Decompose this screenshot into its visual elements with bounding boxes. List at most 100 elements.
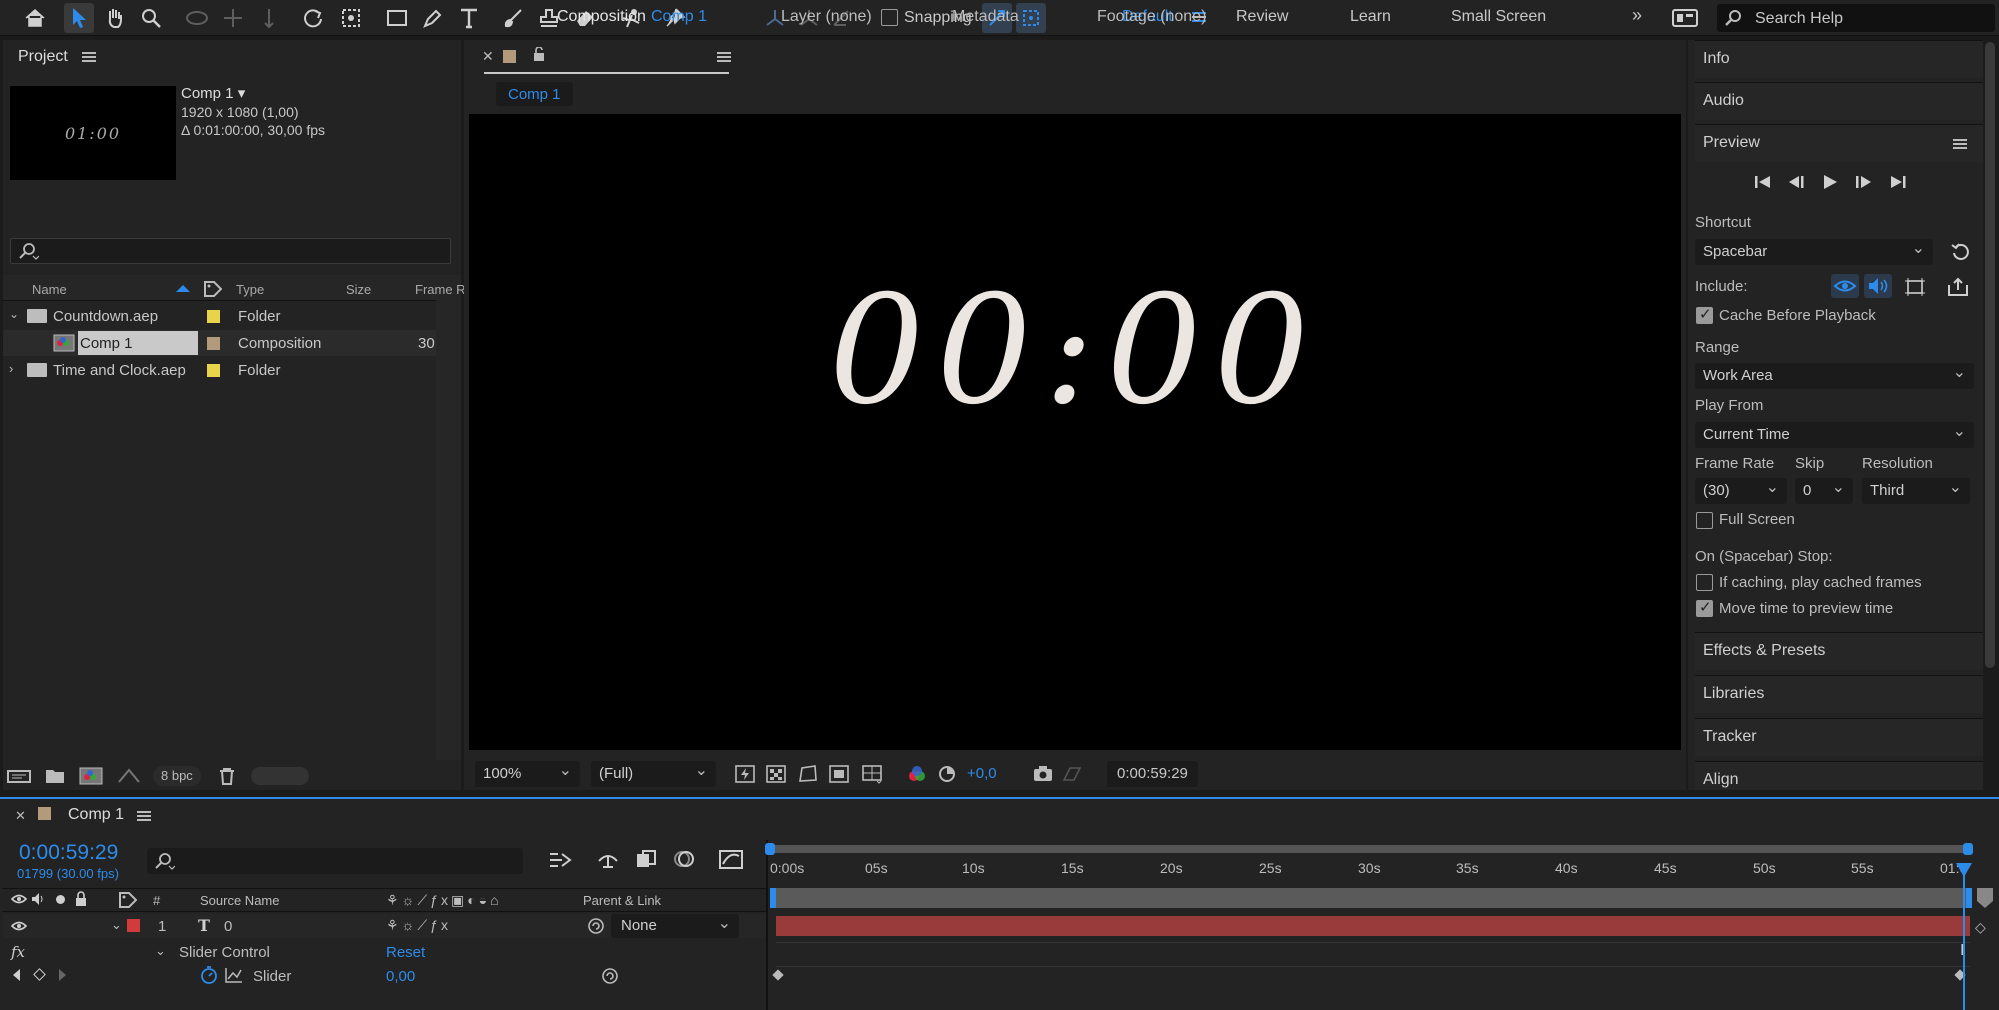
screen-mode-icon[interactable] (1670, 3, 1700, 33)
shy-layers-icon[interactable] (596, 849, 620, 869)
composition-flowchart-icon[interactable] (548, 850, 572, 870)
comp-label-swatch[interactable] (38, 807, 51, 820)
fast-previews-icon[interactable] (735, 765, 755, 783)
col-size[interactable]: Size (346, 282, 371, 297)
last-frame-icon[interactable] (1889, 174, 1907, 190)
pick-whip-icon[interactable] (587, 917, 605, 935)
effect-reset-link[interactable]: Reset (386, 944, 425, 961)
parent-dropdown[interactable]: None (611, 913, 739, 938)
right-panel-scrollbar[interactable] (1985, 42, 1995, 668)
col-type[interactable]: Type (236, 282, 264, 297)
thumbnail-size-slider[interactable] (251, 767, 309, 785)
info-panel-header[interactable]: Info (1695, 40, 1983, 78)
comp-label-swatch[interactable] (503, 50, 516, 63)
next-frame-icon[interactable] (1855, 174, 1873, 190)
composition-tab-comp[interactable]: Comp 1 (651, 8, 707, 26)
workspace-review[interactable]: Review (1236, 8, 1288, 26)
frame-blending-icon[interactable] (635, 849, 657, 869)
next-keyframe-icon[interactable] (59, 969, 66, 981)
chevron-down-icon[interactable]: ⌄ (9, 307, 19, 321)
chevron-down-icon[interactable]: ⌄ (155, 943, 166, 959)
composition-canvas[interactable]: 00:00 (469, 114, 1681, 750)
project-item-name[interactable]: Comp 1 (78, 331, 198, 355)
new-composition-icon[interactable] (79, 767, 103, 785)
previous-frame-icon[interactable] (1787, 174, 1805, 190)
lock-icon[interactable] (533, 47, 545, 61)
project-panel-title[interactable]: Project (18, 48, 68, 66)
col-frame-rate[interactable]: Frame R (415, 282, 466, 297)
show-snapshot-icon[interactable] (1062, 765, 1082, 782)
layer-duration-bar[interactable] (776, 916, 1970, 936)
col-name[interactable]: Name (32, 282, 67, 297)
region-of-interest-icon[interactable] (829, 765, 849, 783)
project-scrollbar[interactable] (436, 300, 461, 760)
sort-ascending-icon[interactable] (176, 285, 190, 292)
new-folder-icon[interactable] (45, 768, 65, 784)
cache-before-playback-checkbox[interactable] (1696, 305, 1713, 324)
align-panel-header[interactable]: Align (1695, 761, 1983, 790)
range-dropdown[interactable]: Work Area (1695, 362, 1974, 389)
preview-panel-header[interactable]: Preview (1695, 124, 1983, 162)
composition-panel-menu-icon[interactable] (717, 52, 731, 62)
work-area-end[interactable] (1966, 888, 1972, 908)
include-audio-icon[interactable] (1864, 274, 1892, 298)
layer-name[interactable]: 0 (224, 918, 232, 935)
project-panel-menu-icon[interactable] (82, 52, 96, 62)
col-source-name[interactable]: Source Name (200, 893, 279, 908)
libraries-panel-header[interactable]: Libraries (1695, 675, 1983, 713)
color-channel-icon[interactable] (907, 765, 927, 783)
lock-icon[interactable] (75, 891, 87, 906)
hand-tool-icon[interactable] (100, 3, 130, 33)
project-settings-icon[interactable] (117, 768, 141, 784)
orbit-camera-icon[interactable] (182, 3, 212, 33)
graph-editor-icon[interactable] (718, 848, 744, 870)
reset-shortcut-icon[interactable] (1950, 242, 1970, 262)
transparency-grid-icon[interactable] (766, 765, 786, 783)
time-navigator-start-handle[interactable] (765, 843, 775, 855)
mask-visibility-icon[interactable] (797, 764, 819, 784)
selection-tool-icon[interactable] (64, 3, 94, 33)
project-row[interactable]: ⌄ Countdown.aep Folder (3, 303, 453, 329)
tab-layer[interactable]: Layer (none) (781, 8, 872, 26)
preview-panel-menu-icon[interactable] (1953, 139, 1967, 149)
comp-name[interactable]: Comp 1 ▾ (181, 84, 245, 102)
label-color-swatch[interactable] (207, 364, 220, 377)
interpret-footage-icon[interactable] (7, 768, 31, 784)
label-tag-icon[interactable] (119, 892, 137, 908)
play-from-dropdown[interactable]: Current Time (1695, 421, 1974, 448)
workspace-learn[interactable]: Learn (1350, 8, 1391, 26)
include-overlays-icon[interactable] (1904, 277, 1926, 297)
col-parent-link[interactable]: Parent & Link (583, 893, 661, 908)
rotation-tool-icon[interactable] (298, 3, 328, 33)
magnification-dropdown[interactable]: 100% (475, 760, 580, 787)
audio-panel-header[interactable]: Audio (1695, 82, 1983, 120)
work-area-start[interactable] (770, 888, 776, 908)
tab-footage[interactable]: Footage (none) (1097, 8, 1206, 26)
timeline-tab-label[interactable]: Comp 1 (68, 806, 124, 824)
effect-fx-icon[interactable]: fx (11, 943, 25, 961)
grid-guides-icon[interactable] (861, 764, 883, 784)
expression-pick-whip-icon[interactable] (601, 967, 619, 985)
play-cached-frames-checkbox[interactable] (1696, 574, 1713, 591)
add-keyframe-icon[interactable] (33, 968, 46, 981)
layer-end-keyframe-icon[interactable]: ◇ (1975, 919, 1986, 936)
effect-row[interactable]: fx ⌄ Slider Control Reset (3, 940, 766, 964)
layer-row[interactable]: ⌄ 1 T 0 ⚘☼⟋ƒx None (3, 913, 766, 938)
time-navigator-end-handle[interactable] (1963, 843, 1973, 855)
play-icon[interactable] (1822, 174, 1838, 190)
project-search-input[interactable] (10, 238, 451, 264)
snap-features-icon[interactable] (1016, 3, 1046, 33)
full-screen-checkbox[interactable] (1696, 512, 1713, 529)
breadcrumb[interactable]: Comp 1 (496, 82, 573, 106)
rectangle-tool-icon[interactable] (382, 3, 412, 33)
reset-exposure-icon[interactable] (938, 765, 956, 783)
preview-resolution-dropdown[interactable]: Third (1862, 477, 1970, 504)
pan-camera-icon[interactable] (218, 3, 248, 33)
label-tag-icon[interactable] (204, 281, 222, 297)
composition-tab-label[interactable]: Composition (557, 8, 646, 26)
project-row[interactable]: Comp 1 Composition 30 (3, 330, 443, 356)
effects-presets-panel-header[interactable]: Effects & Presets (1695, 632, 1983, 670)
solo-switch-icon[interactable] (56, 895, 65, 904)
motion-blur-icon[interactable] (672, 849, 696, 869)
snapshot-camera-icon[interactable] (1033, 765, 1053, 782)
